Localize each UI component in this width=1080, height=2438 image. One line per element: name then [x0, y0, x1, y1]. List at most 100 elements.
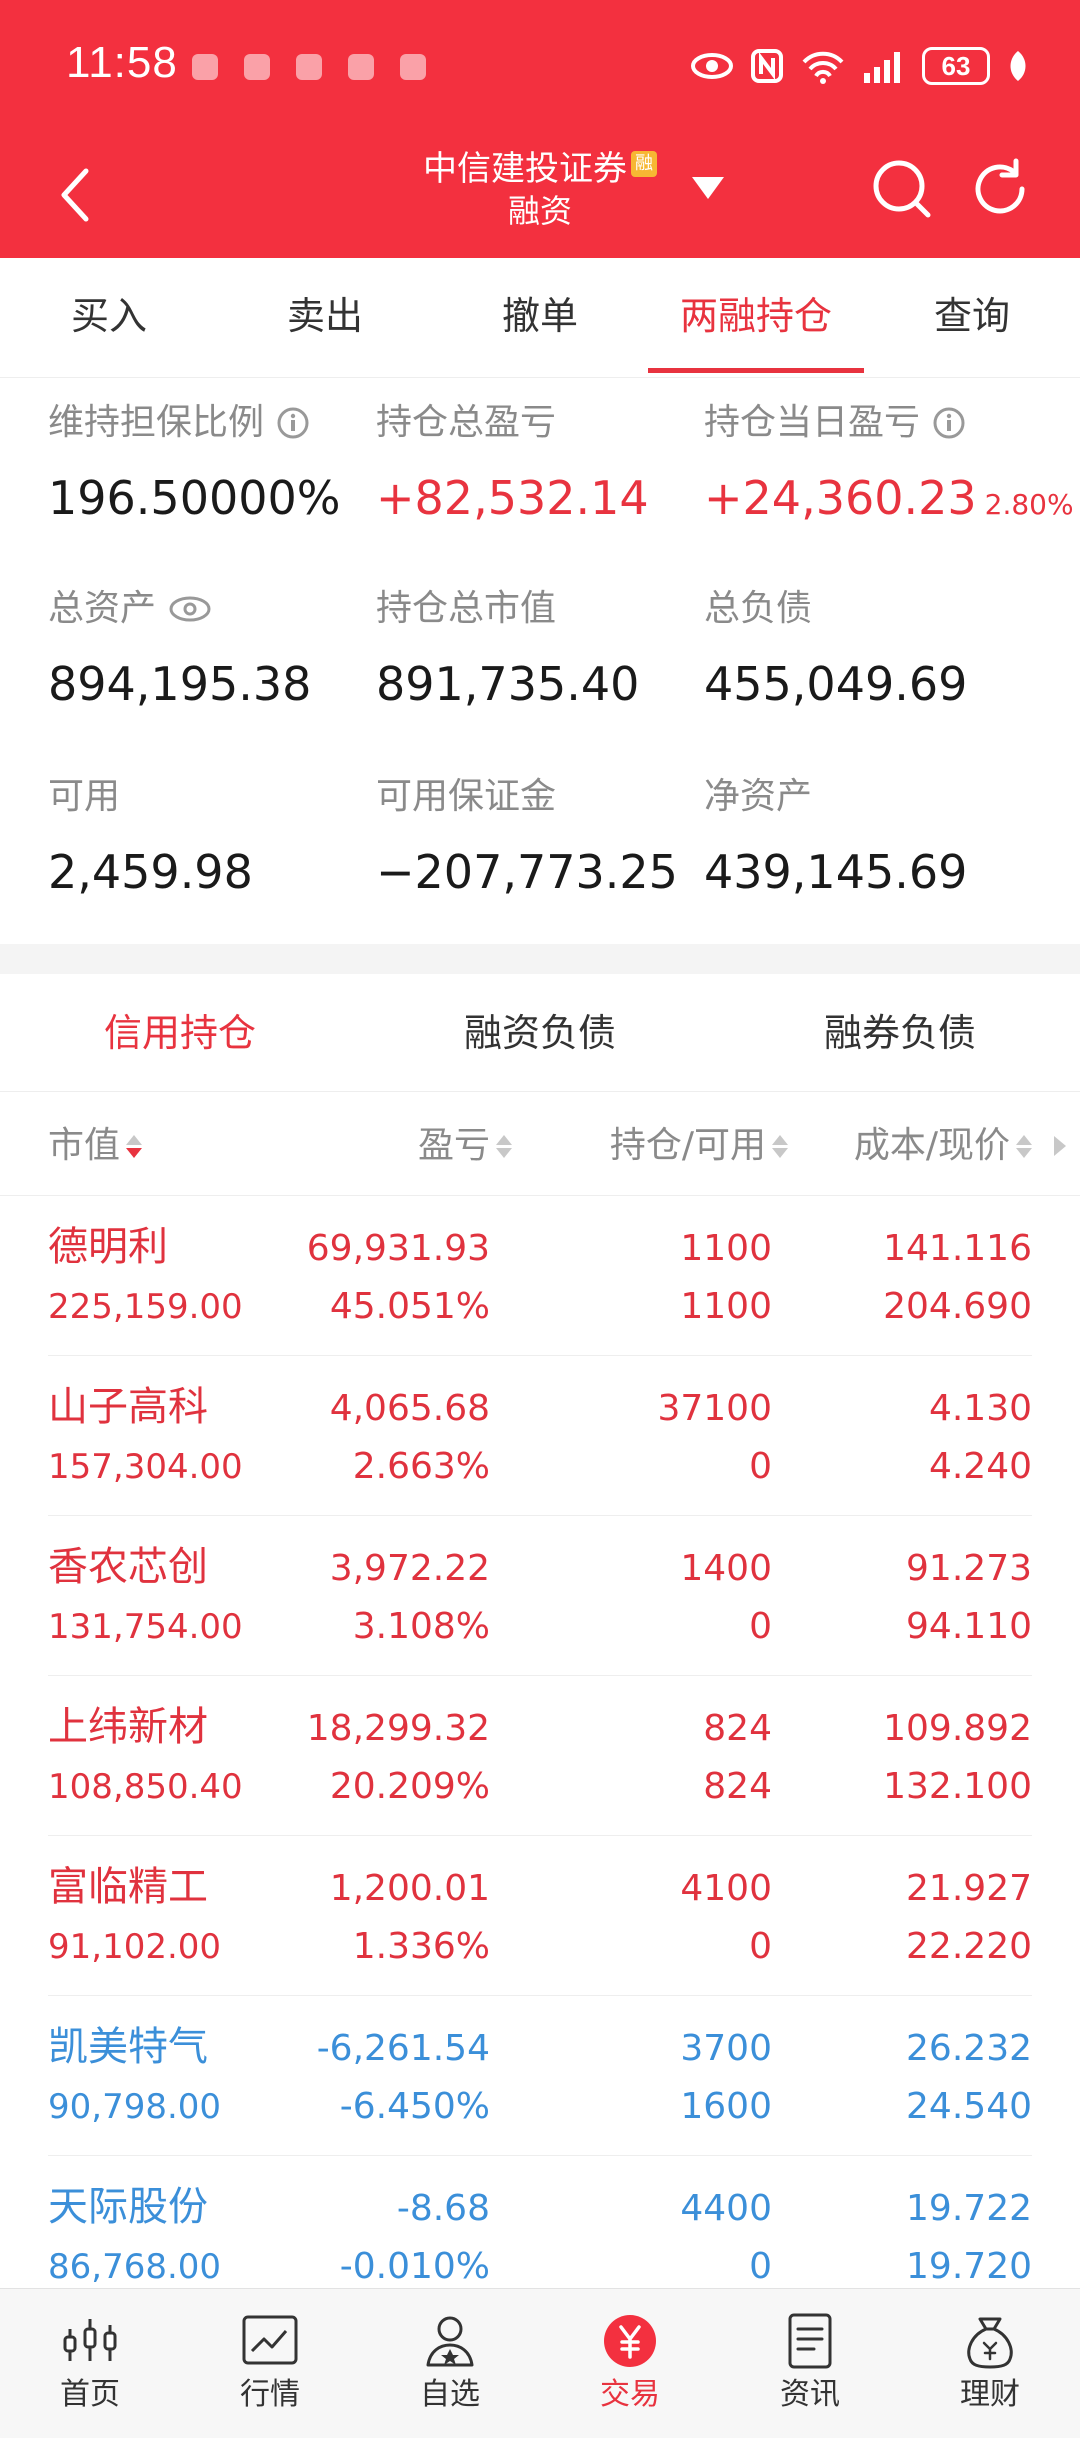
- sort-market-value[interactable]: 市值: [48, 1122, 143, 1170]
- candlestick-icon: [63, 2319, 117, 2361]
- table-row[interactable]: 德明利 225,159.00 69,931.93 45.051% 1100 11…: [48, 1196, 1032, 1356]
- cost-price: 21.927: [906, 1868, 1032, 1909]
- money-bag-icon: [967, 2317, 1013, 2369]
- battery-icon: 63: [922, 47, 990, 85]
- net-assets-label: 净资产: [704, 776, 813, 817]
- nav-news[interactable]: 资讯: [720, 2289, 900, 2438]
- total-assets: 总资产 894,195.38: [48, 584, 378, 716]
- notification-icon: [400, 54, 426, 80]
- total-liabilities: 总负债 455,049.69: [704, 584, 1034, 716]
- search-icon[interactable]: [870, 157, 934, 221]
- market-value: 157,304.00: [48, 1447, 243, 1487]
- nav-watchlist[interactable]: 自选: [360, 2289, 540, 2438]
- current-price: 22.220: [906, 1926, 1032, 1967]
- nav-news-label: 资讯: [780, 2377, 840, 2412]
- profit-loss-percent: -0.010%: [339, 2246, 490, 2287]
- more-columns-arrow-icon[interactable]: [1054, 1136, 1066, 1156]
- margin-badge: 融: [631, 151, 657, 177]
- section-divider: [0, 944, 1080, 974]
- total-market-value-label: 持仓总市值: [376, 588, 557, 629]
- market-value: 131,754.00: [48, 1607, 243, 1647]
- profit-loss-percent: 1.336%: [352, 1926, 490, 1967]
- nav-wealth-label: 理财: [960, 2377, 1020, 2412]
- cost-price: 26.232: [906, 2028, 1032, 2069]
- user-star-icon: [426, 2316, 474, 2367]
- stock-name: 德明利: [48, 1224, 168, 1270]
- sort-desc-icon: [126, 1134, 143, 1158]
- signal-icon: [864, 52, 900, 83]
- nav-wealth[interactable]: 理财: [900, 2289, 1080, 2438]
- stock-name: 山子高科: [48, 1384, 208, 1430]
- tab-securities-lending-liabilities[interactable]: 融券负债: [720, 974, 1080, 1091]
- tab-buy[interactable]: 买入: [0, 258, 218, 377]
- battery-level: 63: [941, 50, 971, 81]
- sort-pl[interactable]: 盈亏: [418, 1122, 512, 1170]
- daily-pl-label: 持仓当日盈亏: [704, 402, 921, 443]
- info-icon[interactable]: [932, 406, 966, 440]
- table-row[interactable]: 山子高科 157,304.00 4,065.68 2.663% 37100 0 …: [48, 1356, 1032, 1516]
- profit-loss: 1,200.01: [329, 1868, 490, 1909]
- profit-loss-percent: 45.051%: [329, 1286, 490, 1327]
- total-assets-label: 总资产: [48, 588, 157, 629]
- pl-header: 盈亏: [417, 1125, 490, 1166]
- tab-financing-liabilities[interactable]: 融资负债: [360, 974, 720, 1091]
- info-icon[interactable]: [276, 406, 310, 440]
- maintenance-ratio: 维持担保比例 196.50000%: [48, 398, 378, 530]
- nav-market[interactable]: 行情: [180, 2289, 360, 2438]
- position-header: 持仓/可用: [609, 1125, 766, 1166]
- sort-icon: [496, 1134, 512, 1158]
- nav-home[interactable]: 首页: [0, 2289, 180, 2438]
- available-margin: 可用保证金 −207,773.25: [376, 772, 706, 904]
- eye-toggle-icon[interactable]: [168, 594, 212, 624]
- stock-name: 凯美特气: [48, 2024, 208, 2070]
- total-market-value: 持仓总市值 891,735.40: [376, 584, 706, 716]
- net-assets-value: 439,145.69: [704, 845, 968, 899]
- profit-loss: 3,972.22: [329, 1548, 490, 1589]
- current-price: 204.690: [883, 1286, 1032, 1327]
- current-price: 132.100: [883, 1766, 1032, 1807]
- holdings-header: 市值 盈亏 持仓/可用 成本/现价: [0, 1092, 1080, 1196]
- sort-icon: [772, 1134, 788, 1158]
- available-qty: 1600: [680, 2086, 772, 2127]
- available-margin-value: −207,773.25: [376, 845, 678, 899]
- available-qty: 824: [703, 1766, 772, 1807]
- bottom-navigation: 首页 行情 自选 交易 资讯 理财: [0, 2288, 1080, 2438]
- available-margin-label: 可用保证金: [376, 776, 557, 817]
- sort-position[interactable]: 持仓/可用: [610, 1122, 788, 1170]
- stock-name: 上纬新材: [48, 1704, 208, 1750]
- table-row[interactable]: 上纬新材 108,850.40 18,299.32 20.209% 824 82…: [48, 1676, 1032, 1836]
- total-assets-value: 894,195.38: [48, 657, 312, 711]
- tab-credit-holdings[interactable]: 信用持仓: [0, 974, 360, 1091]
- profit-loss: -6,261.54: [316, 2028, 490, 2069]
- market-value: 90,798.00: [48, 2087, 222, 2127]
- total-liabilities-value: 455,049.69: [704, 657, 968, 711]
- nav-market-label: 行情: [240, 2377, 300, 2412]
- tab-query[interactable]: 查询: [864, 258, 1080, 377]
- cost-price: 19.722: [906, 2188, 1032, 2229]
- holding-subtabs: 信用持仓 融资负债 融券负债: [0, 974, 1080, 1092]
- market-value-header: 市值: [48, 1125, 121, 1166]
- nav-trade[interactable]: 交易: [540, 2289, 720, 2438]
- table-row[interactable]: 富临精工 91,102.00 1,200.01 1.336% 4100 0 21…: [48, 1836, 1032, 1996]
- refresh-icon[interactable]: [968, 157, 1032, 221]
- sort-cost[interactable]: 成本/现价: [854, 1122, 1032, 1170]
- status-time: 11:58: [66, 38, 178, 87]
- available-qty: 1100: [680, 1286, 772, 1327]
- tab-cancel[interactable]: 撤单: [432, 258, 648, 377]
- available-funds-label: 可用: [48, 776, 121, 817]
- nav-trade-label: 交易: [600, 2377, 660, 2412]
- tab-margin-positions[interactable]: 两融持仓: [648, 258, 864, 377]
- tab-sell[interactable]: 卖出: [218, 258, 432, 377]
- profit-loss: -8.68: [396, 2188, 490, 2229]
- market-value: 225,159.00: [48, 1287, 243, 1327]
- notification-icon: [348, 54, 374, 80]
- cost-price: 109.892: [883, 1708, 1032, 1749]
- dropdown-caret-icon[interactable]: [692, 177, 724, 199]
- table-row[interactable]: 香农芯创 131,754.00 3,972.22 3.108% 1400 0 9…: [48, 1516, 1032, 1676]
- current-price: 19.720: [906, 2246, 1032, 2287]
- maintenance-ratio-label: 维持担保比例: [48, 402, 265, 443]
- table-row[interactable]: 天际股份 86,768.00 -8.68 -0.010% 4400 0 19.7…: [48, 2156, 1032, 2288]
- eye-icon: [691, 53, 733, 79]
- stock-name: 天际股份: [48, 2184, 208, 2230]
- table-row[interactable]: 凯美特气 90,798.00 -6,261.54 -6.450% 3700 16…: [48, 1996, 1032, 2156]
